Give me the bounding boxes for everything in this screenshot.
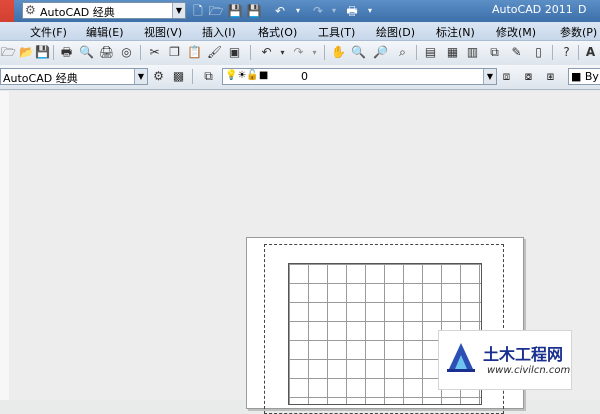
zoom-window-icon[interactable]: 🔎 bbox=[372, 44, 389, 61]
redo-dropdown-icon[interactable]: ▾ bbox=[326, 3, 342, 19]
match-properties-icon[interactable]: 🖌 bbox=[206, 44, 223, 61]
save-icon[interactable]: 💾 bbox=[227, 3, 243, 19]
toolbar-separator bbox=[192, 69, 193, 84]
layer-combo[interactable]: 💡☀🔓■ 0 ▼ bbox=[222, 68, 497, 85]
workspace-switcher[interactable]: ⚙ AutoCAD 经典 ▼ bbox=[22, 2, 186, 19]
redo-icon[interactable]: ↷ bbox=[310, 3, 326, 19]
chevron-down-icon[interactable]: ▼ bbox=[483, 69, 496, 84]
layer-manager-icon[interactable]: ⧉ bbox=[200, 68, 217, 85]
publish-icon[interactable]: 🖨 bbox=[98, 44, 115, 61]
standard-toolbar: 🗁 📂 💾 🖶 🔍 🖨 ◎ ✂ ❐ 📋 🖌 ▣ ↶ ▾ ↷ ▾ ✋ 🔍 🔎 ⌕ … bbox=[0, 41, 600, 66]
help-icon[interactable]: ? bbox=[558, 44, 575, 61]
workspace-settings-icon[interactable]: ⚙ bbox=[150, 68, 167, 85]
redo-dropdown-icon[interactable]: ▾ bbox=[306, 44, 323, 61]
qat-customize-icon[interactable]: ▾ bbox=[362, 3, 378, 19]
workspace-combo[interactable]: AutoCAD 经典 ▼ bbox=[0, 68, 148, 85]
color-combo-value: ■ ByL bbox=[571, 70, 600, 83]
watermark: 土木工程网 www.civilcn.com bbox=[438, 330, 572, 390]
undo-dropdown-icon[interactable]: ▾ bbox=[274, 44, 291, 61]
watermark-url: www.civilcn.com bbox=[487, 365, 571, 376]
toolbar-separator bbox=[324, 45, 325, 60]
menu-draw[interactable]: 绘图(D) bbox=[376, 24, 415, 40]
block-editor-icon[interactable]: ▣ bbox=[226, 44, 243, 61]
watermark-title: 土木工程网 bbox=[483, 345, 564, 364]
watermark-logo-icon bbox=[447, 343, 475, 372]
plot-icon[interactable]: 🖶 bbox=[344, 3, 360, 19]
pan-icon[interactable]: ✋ bbox=[330, 44, 347, 61]
layers-toolbar: AutoCAD 经典 ▼ ⚙ ▩ ⧉ 💡☀🔓■ 0 ▼ ⧈ ⧇ ⧆ ■ ByL bbox=[0, 65, 600, 90]
text-style-icon[interactable]: A bbox=[582, 44, 599, 61]
chevron-down-icon[interactable]: ▼ bbox=[134, 69, 147, 84]
design-center-icon[interactable]: ▦ bbox=[444, 44, 461, 61]
toolbar-separator bbox=[552, 45, 553, 60]
save-as-icon[interactable]: 💾 bbox=[246, 3, 262, 19]
tool-palettes-icon[interactable]: ▥ bbox=[464, 44, 481, 61]
menu-tools[interactable]: 工具(T) bbox=[318, 24, 355, 40]
undo-dropdown-icon[interactable]: ▾ bbox=[290, 3, 306, 19]
properties-icon[interactable]: ▤ bbox=[422, 44, 439, 61]
plot-icon[interactable]: 🖶 bbox=[58, 44, 75, 61]
toolbar-separator bbox=[416, 45, 417, 60]
toolbar-separator bbox=[140, 45, 141, 60]
calculator-icon[interactable]: ▯ bbox=[530, 44, 547, 61]
cut-icon[interactable]: ✂ bbox=[146, 44, 163, 61]
3d-print-icon[interactable]: ◎ bbox=[118, 44, 135, 61]
undo-icon[interactable]: ↶ bbox=[258, 44, 275, 61]
save-icon[interactable]: 💾 bbox=[34, 44, 51, 61]
menu-bar: 文件(F) 编辑(E) 视图(V) 插入(I) 格式(O) 工具(T) 绘图(D… bbox=[0, 22, 600, 41]
paste-icon[interactable]: 📋 bbox=[186, 44, 203, 61]
markup-icon[interactable]: ✎ bbox=[508, 44, 525, 61]
redo-icon[interactable]: ↷ bbox=[290, 44, 307, 61]
menu-parametric[interactable]: 参数(P) bbox=[560, 24, 597, 40]
chevron-down-icon[interactable]: ▼ bbox=[172, 3, 185, 18]
zoom-realtime-icon[interactable]: 🔍 bbox=[350, 44, 367, 61]
undo-icon[interactable]: ↶ bbox=[272, 3, 288, 19]
layer-state-icon: 💡☀🔓■ bbox=[225, 70, 269, 81]
menu-format[interactable]: 格式(O) bbox=[258, 24, 297, 40]
layer-states-icon[interactable]: ⧆ bbox=[542, 68, 559, 85]
toolbar-separator bbox=[53, 45, 54, 60]
toolbar-separator bbox=[250, 45, 251, 60]
make-current-layer-icon[interactable]: ⧈ bbox=[498, 68, 515, 85]
workspace-combo-value: AutoCAD 经典 bbox=[3, 72, 78, 85]
toolbar-separator bbox=[578, 45, 579, 60]
gear-icon: ⚙ bbox=[25, 3, 36, 17]
color-combo[interactable]: ■ ByL bbox=[568, 68, 600, 85]
new-file-icon[interactable]: 🗋 bbox=[190, 3, 206, 19]
sheet-set-icon[interactable]: ⧉ bbox=[486, 44, 503, 61]
zoom-previous-icon[interactable]: ⌕ bbox=[394, 44, 411, 61]
layer-combo-value: 0 bbox=[301, 70, 308, 83]
open-file-icon[interactable]: 🗁 bbox=[0, 44, 17, 61]
workspace-switcher-label: AutoCAD 经典 bbox=[40, 6, 115, 19]
menu-insert[interactable]: 插入(I) bbox=[202, 24, 236, 40]
menu-file[interactable]: 文件(F) bbox=[30, 24, 67, 40]
customize-icon[interactable]: ▩ bbox=[170, 68, 187, 85]
menu-edit[interactable]: 编辑(E) bbox=[86, 24, 124, 40]
open-folder-icon[interactable]: 📂 bbox=[18, 44, 35, 61]
layer-previous-icon[interactable]: ⧇ bbox=[520, 68, 537, 85]
window-title: AutoCAD 2011 bbox=[492, 3, 573, 16]
menu-dimension[interactable]: 标注(N) bbox=[436, 24, 475, 40]
menu-modify[interactable]: 修改(M) bbox=[496, 24, 536, 40]
copy-icon[interactable]: ❐ bbox=[166, 44, 183, 61]
menu-view[interactable]: 视图(V) bbox=[144, 24, 182, 40]
open-file-icon[interactable]: 🗁 bbox=[208, 3, 224, 19]
plot-preview-icon[interactable]: 🔍 bbox=[78, 44, 95, 61]
window-title-drawing: D bbox=[578, 3, 587, 16]
